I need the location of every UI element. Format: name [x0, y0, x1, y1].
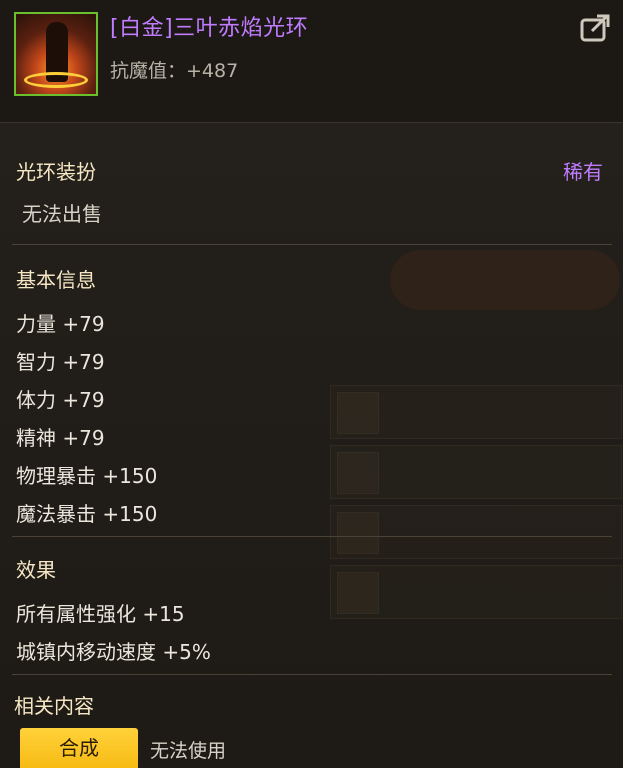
category-title: 光环装扮	[16, 160, 96, 184]
share-export-icon[interactable]	[580, 12, 612, 42]
tooltip-header: [白金]三叶赤焰光环 抗魔值：+487	[0, 0, 623, 123]
aura-item-icon	[14, 12, 98, 96]
item-name: [白金]三叶赤焰光环	[110, 16, 309, 41]
background-row	[330, 385, 622, 439]
divider	[12, 674, 612, 675]
effect-town-move-speed: 城镇内移动速度 +5%	[16, 640, 211, 664]
background-row	[330, 565, 622, 619]
background-row	[330, 505, 622, 559]
background-row-icon	[337, 452, 379, 494]
synthesize-button[interactable]: 合成	[20, 728, 138, 768]
usage-status: 无法使用	[150, 740, 227, 762]
stat-physical-crit: 物理暴击 +150	[16, 464, 158, 488]
effects-title: 效果	[16, 558, 56, 582]
divider	[12, 536, 612, 537]
related-title: 相关内容	[14, 694, 94, 718]
item-tooltip: [白金]三叶赤焰光环 抗魔值：+487 光环装扮 稀有 无法出售 基本信息 力量…	[0, 0, 623, 768]
background-banner	[390, 250, 620, 310]
rarity-label: 稀有	[563, 160, 603, 184]
stat-vitality: 体力 +79	[16, 388, 105, 412]
background-row-icon	[337, 392, 379, 434]
background-row-icon	[337, 512, 379, 554]
background-row-icon	[337, 572, 379, 614]
background-ui	[300, 130, 623, 650]
stat-magic-crit: 魔法暴击 +150	[16, 502, 158, 526]
divider	[12, 244, 612, 245]
aura-flame-ring	[24, 72, 88, 88]
stat-strength: 力量 +79	[16, 312, 105, 336]
stat-intelligence: 智力 +79	[16, 350, 105, 374]
sell-status: 无法出售	[22, 202, 102, 226]
effect-all-elements: 所有属性强化 +15	[16, 602, 185, 626]
basic-info-title: 基本信息	[16, 268, 96, 292]
background-row	[330, 445, 622, 499]
item-main-stat: 抗魔值：+487	[110, 60, 239, 82]
stat-spirit: 精神 +79	[16, 426, 105, 450]
